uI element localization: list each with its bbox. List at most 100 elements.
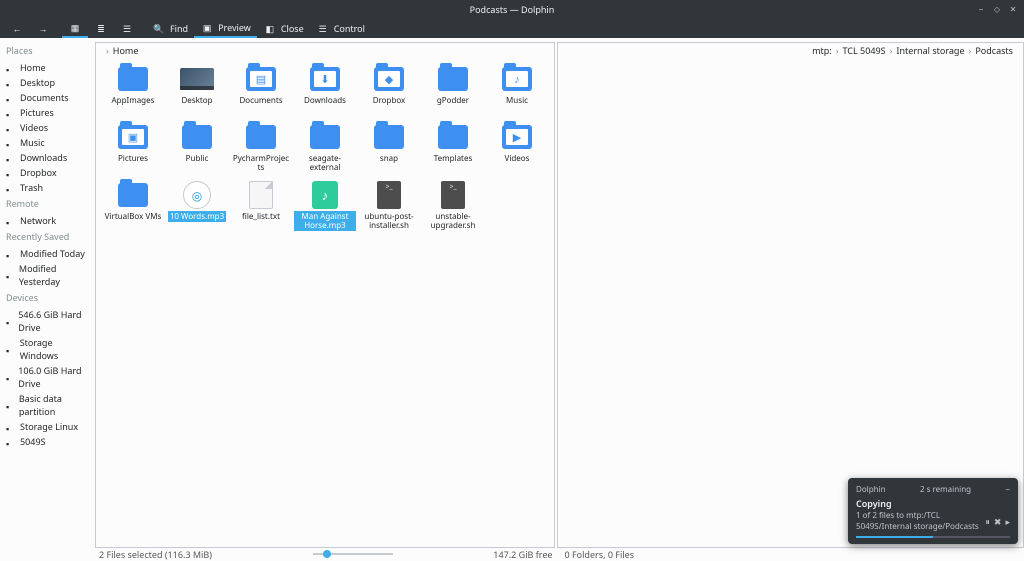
sidebar-item[interactable]: ▪Modified Today <box>6 246 91 261</box>
sidebar-item[interactable]: ▪Dropbox <box>6 165 91 180</box>
place-icon: ▪ <box>6 183 16 193</box>
file-item[interactable]: PycharmProjects <box>230 123 292 181</box>
file-item[interactable]: Pictures <box>102 123 164 181</box>
file-label: PycharmProjects <box>230 153 292 173</box>
file-item[interactable]: Downloads <box>294 65 356 123</box>
file-label: 10 Words.mp3 <box>168 211 226 222</box>
zoom-slider[interactable] <box>212 553 493 555</box>
notify-progress <box>856 536 1010 538</box>
notification-popup[interactable]: Dolphin 2 s remaining ‒ Copying 1 of 2 f… <box>848 478 1018 544</box>
sidebar-item-label: Basic data partition <box>19 392 91 418</box>
file-label: Documents <box>237 95 284 106</box>
file-item[interactable]: Dropbox <box>358 65 420 123</box>
sidebar-item-label: Documents <box>20 91 69 104</box>
file-item[interactable]: Documents <box>230 65 292 123</box>
minimize-icon[interactable]: ‒ <box>976 4 986 14</box>
right-breadcrumb[interactable]: mtp: › TCL 5049S › Internal storage › Po… <box>558 43 1023 57</box>
file-item[interactable]: file_list.txt <box>230 181 292 239</box>
file-item[interactable]: ◎ 10 Words.mp3 <box>166 181 228 239</box>
notify-pause-icon[interactable]: ⏸ <box>985 515 990 528</box>
sidebar-item[interactable]: ▪Videos <box>6 120 91 135</box>
place-icon: ▪ <box>6 344 16 354</box>
sidebar-item[interactable]: ▪Home <box>6 60 91 75</box>
sidebar-item[interactable]: ▪Documents <box>6 90 91 105</box>
preview-button[interactable]: ▣Preview <box>194 18 257 38</box>
folder-icon <box>502 67 532 91</box>
file-item[interactable]: Desktop <box>166 65 228 123</box>
file-item[interactable]: ♪Man Against Horse.mp3 <box>294 181 356 239</box>
sidebar-item[interactable]: ▪546.6 GiB Hard Drive <box>6 307 91 335</box>
left-breadcrumb[interactable]: › Home <box>96 43 554 57</box>
sidebar-item[interactable]: ▪Downloads <box>6 150 91 165</box>
file-item[interactable]: seagate-external <box>294 123 356 181</box>
file-item[interactable]: gPodder <box>422 65 484 123</box>
right-pane: mtp: › TCL 5049S › Internal storage › Po… <box>557 42 1024 548</box>
remote-header: Remote <box>6 197 91 210</box>
notify-more-icon[interactable]: ▸ <box>1005 515 1010 528</box>
control-button[interactable]: ☰Control <box>310 18 371 38</box>
sidebar-item[interactable]: ▪Desktop <box>6 75 91 90</box>
window-title: Podcasts — Dolphin <box>470 3 555 16</box>
details-view-button[interactable]: ☰ <box>114 18 140 38</box>
recent-header: Recently Saved <box>6 230 91 243</box>
statusbar: 2 Files selected (116.3 MiB) 147.2 GiB f… <box>93 548 1024 560</box>
folder-icon <box>310 125 340 149</box>
notify-remaining: 2 s remaining <box>920 484 971 495</box>
titlebar: Podcasts — Dolphin ‒ ◇ ✕ <box>0 0 1024 18</box>
icon-grid[interactable]: AppImages Desktop Documents DownloadsDropbo… <box>96 57 554 547</box>
compact-view-button[interactable]: ≣ <box>88 18 114 38</box>
notify-close-icon[interactable]: ‒ <box>1005 484 1010 495</box>
notify-stop-icon[interactable]: ✖ <box>994 515 1002 528</box>
sidebar-item[interactable]: ▪ Storage Windows <box>6 335 91 363</box>
search-icon: 🔍 <box>152 21 166 35</box>
close-split-icon: ◧ <box>263 21 277 35</box>
sidebar-item[interactable]: ▪Music <box>6 135 91 150</box>
sidebar-item[interactable]: ▪Storage Linux <box>6 419 91 434</box>
file-item[interactable]: Videos <box>486 123 548 181</box>
file-item[interactable]: >_unstable-upgrader.sh <box>422 181 484 239</box>
sidebar-item-label: Storage Windows <box>20 336 91 362</box>
preview-icon: ▣ <box>200 20 214 34</box>
sidebar-item-label: Network <box>20 214 56 227</box>
maximize-icon[interactable]: ◇ <box>992 4 1002 14</box>
folder-icon <box>502 125 532 149</box>
icons-view-button[interactable]: ▦ <box>62 18 88 38</box>
file-label: Man Against Horse.mp3 <box>294 211 356 231</box>
sidebar-item-label: Videos <box>20 121 48 134</box>
file-label: Desktop <box>179 95 214 106</box>
close-icon[interactable]: ✕ <box>1008 4 1018 14</box>
sidebar-item[interactable]: ▪Pictures <box>6 105 91 120</box>
close-split-button[interactable]: ◧Close <box>257 18 310 38</box>
sidebar-item-label: 106.0 GiB Hard Drive <box>18 364 91 390</box>
forward-button[interactable]: → <box>30 18 56 38</box>
file-item[interactable]: Public <box>166 123 228 181</box>
back-button[interactable]: ← <box>4 18 30 38</box>
file-item[interactable]: snap <box>358 123 420 181</box>
sidebar-item[interactable]: ▪Network <box>6 213 91 228</box>
file-item[interactable]: Music <box>486 65 548 123</box>
file-item[interactable]: >_ubuntu-post-installer.sh <box>358 181 420 239</box>
appimage-icon: ◎ <box>183 181 211 209</box>
sidebar-item[interactable]: ▪ 106.0 GiB Hard Drive <box>6 363 91 391</box>
sidebar-item[interactable]: ▪5049S <box>6 434 91 449</box>
icon-grid-right[interactable] <box>558 57 1023 547</box>
left-pane: › Home AppImages Desktop Documents Download… <box>95 42 555 548</box>
sidebar-item[interactable]: ▪Trash <box>6 180 91 195</box>
devices-header: Devices <box>6 291 91 304</box>
sidebar-item-label: Music <box>20 136 45 149</box>
right-status: 0 Folders, 0 Files <box>565 548 635 561</box>
sidebar-item-label: Modified Today <box>20 247 85 260</box>
file-item[interactable]: AppImages <box>102 65 164 123</box>
folder-icon <box>182 125 212 149</box>
folder-icon <box>118 67 148 91</box>
place-icon: ▪ <box>6 153 16 163</box>
find-button[interactable]: 🔍Find <box>146 18 194 38</box>
place-icon: ▪ <box>6 372 14 382</box>
sidebar-item-label: 546.6 GiB Hard Drive <box>18 308 91 334</box>
file-item[interactable]: VirtualBox VMs <box>102 181 164 239</box>
file-item[interactable]: Templates <box>422 123 484 181</box>
file-label: ubuntu-post-installer.sh <box>358 211 420 231</box>
sidebar-item[interactable]: ▪Basic data partition <box>6 391 91 419</box>
place-icon: ▪ <box>6 168 16 178</box>
sidebar-item[interactable]: ▪Modified Yesterday <box>6 261 91 289</box>
